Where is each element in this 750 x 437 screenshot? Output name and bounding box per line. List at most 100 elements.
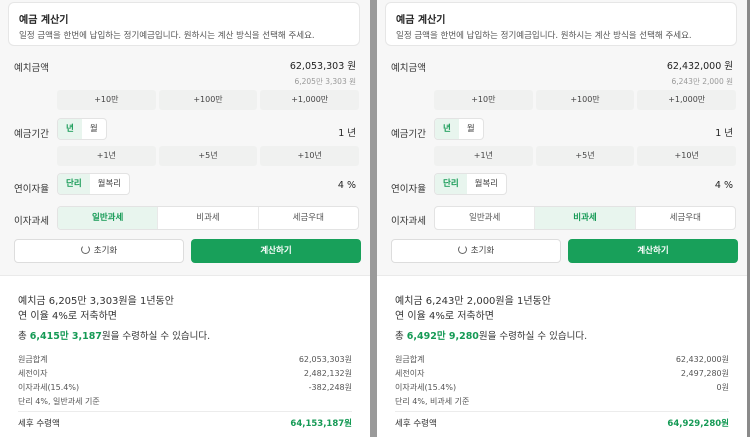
refresh-icon [80, 245, 90, 254]
total-amount: 6,415만 3,187 [29, 331, 102, 342]
period-unit-year[interactable]: 년 [58, 119, 82, 139]
add-5-year-button[interactable]: +5년 [158, 146, 258, 166]
tax-option-general[interactable]: 일반과세 [435, 207, 536, 229]
detail-label: 원금합계 [395, 355, 425, 364]
rate-type-monthly-compound[interactable]: 월복리 [467, 174, 506, 194]
deposit-amount-korean: 6,205만 3,303 원 [294, 77, 356, 86]
period-label: 예금기간 [391, 129, 426, 140]
period-unit-month[interactable]: 월 [459, 119, 483, 139]
total-amount: 6,492만 9,280 [406, 331, 479, 342]
header-card: 예금 계산기 일정 금액을 한번에 납입하는 정기예금입니다. 원하시는 계산 … [8, 2, 360, 46]
tax-label: 이자과세 [391, 216, 426, 227]
result-summary-line2: 연 이율 4%로 저축하면 [395, 311, 495, 322]
detail-value: -382,248원 [308, 383, 352, 392]
detail-value: 2,482,132원 [303, 369, 352, 378]
detail-label: 원금합계 [18, 355, 48, 364]
tax-type-tabs: 일반과세 비과세 세금우대 [434, 206, 736, 230]
result-divider [18, 411, 352, 412]
page-subtitle: 일정 금액을 한번에 납입하는 정기예금입니다. 원하시는 계산 방식을 선택해… [19, 31, 315, 41]
page-title: 예금 계산기 [19, 15, 69, 26]
detail-row: 세전이자 2,482,132원 [18, 368, 352, 379]
total-prefix: 총 [395, 331, 407, 342]
period-unit-toggle: 년 월 [57, 118, 107, 140]
add-5-year-button[interactable]: +5년 [535, 146, 635, 166]
result-card: 예치금 6,205만 3,303원을 1년동안 연 이율 4%로 저축하면 총 … [0, 275, 370, 437]
reset-button[interactable]: 초기화 [14, 239, 184, 263]
result-total: 총 6,492만 9,280원을 수령하실 수 있습니다. [395, 328, 729, 342]
detail-row: 이자과세(15.4%) -382,248원 [18, 382, 352, 393]
deposit-quick-buttons: +10만 +100만 +1,000만 [434, 90, 737, 110]
reset-label: 초기화 [470, 246, 495, 256]
deposit-amount-input[interactable]: 62,432,000 원 [667, 58, 733, 72]
final-value: 64,929,280원 [667, 419, 729, 429]
add-1m-button[interactable]: +100만 [535, 90, 635, 110]
deposit-amount-korean: 6,243만 2,000 원 [671, 77, 733, 86]
add-100k-button[interactable]: +10만 [434, 90, 533, 110]
detail-value: 62,432,000원 [675, 355, 729, 364]
deposit-amount-input[interactable]: 62,053,303 원 [290, 58, 356, 72]
screenshot: 예금 계산기 일정 금액을 한번에 납입하는 정기예금입니다. 원하시는 계산 … [0, 0, 750, 437]
detail-value: 0원 [716, 383, 729, 392]
tax-option-preferential[interactable]: 세금우대 [636, 207, 735, 229]
deposit-quick-buttons: +10만 +100만 +1,000만 [57, 90, 360, 110]
detail-row: 원금합계 62,053,303원 [18, 354, 352, 365]
deposit-calculator-panel: 예금 계산기 일정 금액을 한번에 납입하는 정기예금입니다. 원하시는 계산 … [377, 0, 747, 437]
tax-option-preferential[interactable]: 세금우대 [259, 207, 358, 229]
detail-row: 단리 4%, 일반과세 기준 [18, 396, 352, 407]
period-quick-buttons: +1년 +5년 +10년 [434, 146, 737, 166]
reset-button[interactable]: 초기화 [391, 239, 561, 263]
period-label: 예금기간 [14, 129, 49, 140]
period-unit-year[interactable]: 년 [435, 119, 459, 139]
add-1-year-button[interactable]: +1년 [57, 146, 156, 166]
reset-label: 초기화 [93, 246, 118, 256]
refresh-icon [457, 245, 467, 254]
period-unit-toggle: 년 월 [434, 118, 484, 140]
final-amount-row: 세후 수령액 64,929,280원 [395, 417, 729, 429]
deposit-label: 예치금액 [391, 63, 426, 74]
rate-label: 연이자율 [14, 184, 49, 195]
deposit-label: 예치금액 [14, 63, 49, 74]
add-10-year-button[interactable]: +10년 [260, 146, 360, 166]
rate-input[interactable]: 4 % [715, 180, 733, 191]
page-subtitle: 일정 금액을 한번에 납입하는 정기예금입니다. 원하시는 계산 방식을 선택해… [396, 31, 692, 41]
add-100k-button[interactable]: +10만 [57, 90, 156, 110]
total-suffix: 원을 수령하실 수 있습니다. [101, 331, 211, 342]
tax-label: 이자과세 [14, 216, 49, 227]
calculate-button[interactable]: 계산하기 [568, 239, 738, 263]
add-1m-button[interactable]: +100만 [158, 90, 258, 110]
tax-option-exempt[interactable]: 비과세 [158, 207, 259, 229]
calculate-button[interactable]: 계산하기 [191, 239, 361, 263]
result-summary-line1: 예치금 6,243만 2,000원을 1년동안 [395, 296, 551, 307]
rate-type-toggle: 단리 월복리 [57, 173, 131, 195]
detail-row: 이자과세(15.4%) 0원 [395, 382, 729, 393]
rate-input[interactable]: 4 % [338, 180, 356, 191]
result-summary-line2: 연 이율 4%로 저축하면 [18, 311, 118, 322]
final-label: 세후 수령액 [395, 419, 437, 429]
period-quick-buttons: +1년 +5년 +10년 [57, 146, 360, 166]
rate-type-monthly-compound[interactable]: 월복리 [90, 174, 129, 194]
tax-type-tabs: 일반과세 비과세 세금우대 [57, 206, 359, 230]
panel-divider [370, 0, 377, 437]
period-input[interactable]: 1 년 [338, 125, 356, 139]
tax-option-exempt[interactable]: 비과세 [535, 207, 636, 229]
rate-type-simple[interactable]: 단리 [435, 174, 467, 194]
result-card: 예치금 6,243만 2,000원을 1년동안 연 이율 4%로 저축하면 총 … [377, 275, 747, 437]
detail-label: 이자과세(15.4%) [18, 383, 80, 392]
detail-label: 단리 4%, 일반과세 기준 [18, 397, 100, 406]
add-1-year-button[interactable]: +1년 [434, 146, 533, 166]
period-input[interactable]: 1 년 [715, 125, 733, 139]
detail-row: 단리 4%, 비과세 기준 [395, 396, 729, 407]
rate-type-toggle: 단리 월복리 [434, 173, 508, 195]
detail-value: 62,053,303원 [298, 355, 352, 364]
total-suffix: 원을 수령하실 수 있습니다. [478, 331, 588, 342]
add-10m-button[interactable]: +1,000만 [637, 90, 737, 110]
page-title: 예금 계산기 [396, 15, 446, 26]
final-amount-row: 세후 수령액 64,153,187원 [18, 417, 352, 429]
period-unit-month[interactable]: 월 [82, 119, 106, 139]
add-10-year-button[interactable]: +10년 [637, 146, 737, 166]
detail-row: 세전이자 2,497,280원 [395, 368, 729, 379]
detail-label: 단리 4%, 비과세 기준 [395, 397, 470, 406]
add-10m-button[interactable]: +1,000만 [260, 90, 360, 110]
tax-option-general[interactable]: 일반과세 [58, 207, 159, 229]
rate-type-simple[interactable]: 단리 [58, 174, 90, 194]
